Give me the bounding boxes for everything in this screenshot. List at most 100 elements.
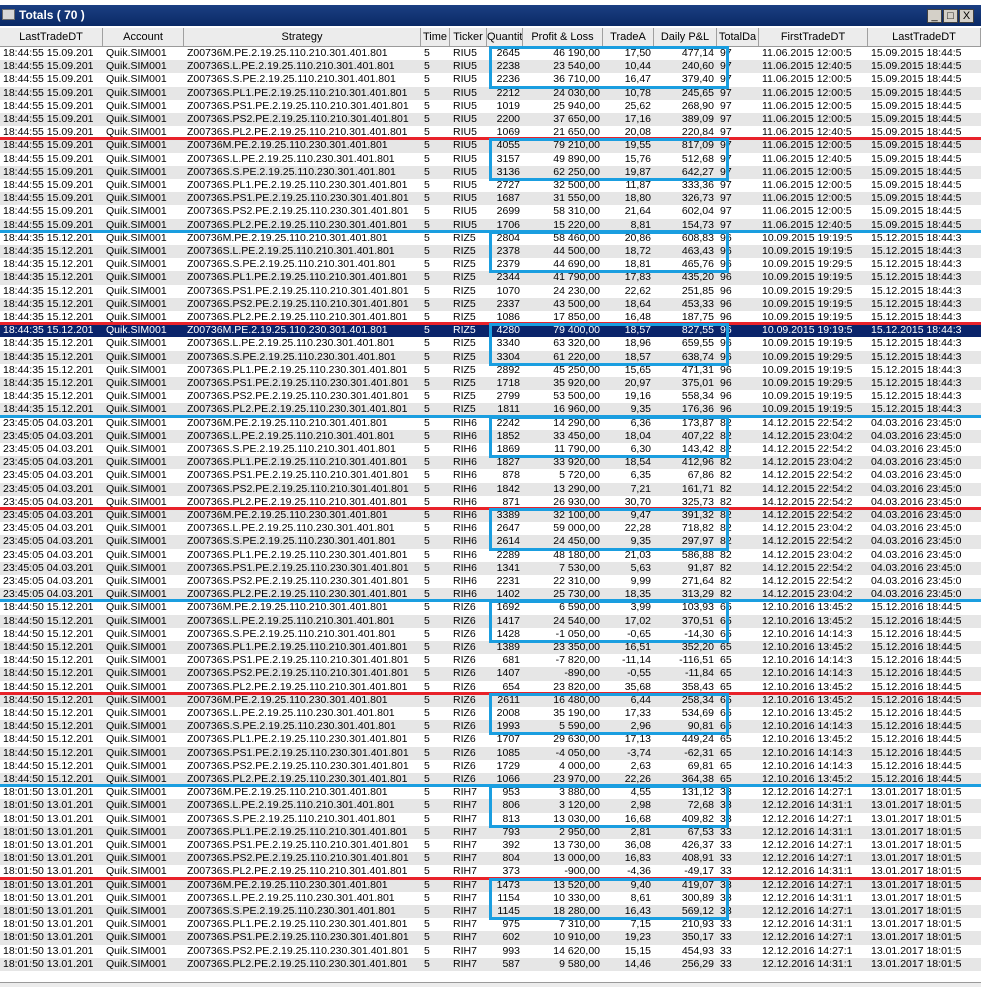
table-row[interactable]: 23:45:05 04.03.201 Quik.SIM001 Z00736S.PS1… [0,469,981,482]
table-cell: 18,80 [624,192,651,205]
table-row[interactable]: 23:45:05 04.03.201 Quik.SIM001 Z00736S.PL1… [0,549,981,562]
table-row[interactable]: 18:44:55 15.09.201 Quik.SIM001 Z00736S.PS2… [0,205,981,218]
table-cell: 12.10.2016 14:14:3 [762,667,853,680]
table-row[interactable]: 18:44:55 15.09.201 Quik.SIM001 Z00736S.L.P… [0,60,981,74]
table-row[interactable]: 18:44:35 15.12.201 Quik.SIM001 Z00736S.PS1… [0,285,981,298]
table-row[interactable]: 18:44:55 15.09.201 Quik.SIM001 Z00736S.PS2… [0,113,981,127]
table-row[interactable]: 23:45:05 04.03.201 Quik.SIM001 Z00736S.L.P… [0,429,981,443]
table-row[interactable]: 18:01:50 13.01.201 Quik.SIM001 Z00736S.PS2… [0,945,981,958]
table-row[interactable]: 18:44:35 15.12.201 Quik.SIM001 Z00736S.PL1… [0,364,981,377]
table-row[interactable]: 18:01:50 13.01.201 Quik.SIM001 Z00736M.PE.… [0,786,981,799]
table-row[interactable]: 18:44:35 15.12.201 Quik.SIM001 Z00736S.PL2… [0,311,981,324]
column-header[interactable]: Profit & Loss [523,28,603,46]
table-row[interactable]: 23:45:05 04.03.201 Quik.SIM001 Z00736S.PS2… [0,482,981,496]
table-row[interactable]: 18:44:55 15.09.201 Quik.SIM001 Z00736S.PL1… [0,86,981,100]
column-header[interactable]: FirstTradeDT [759,28,868,46]
table-row[interactable]: 18:44:50 15.12.201 Quik.SIM001 Z00736S.PS2… [0,667,981,681]
table-row[interactable]: 18:01:50 13.01.201 Quik.SIM001 Z00736S.S.P… [0,905,981,919]
table-row[interactable]: 18:01:50 13.01.201 Quik.SIM001 Z00736S.PS2… [0,852,981,866]
table-row[interactable]: 18:44:35 15.12.201 Quik.SIM001 Z00736M.PE.… [0,324,981,338]
table-row[interactable]: 18:44:35 15.12.201 Quik.SIM001 Z00736S.PS2… [0,297,981,311]
table-row[interactable]: 18:44:55 15.09.201 Quik.SIM001 Z00736M.PE.… [0,139,981,153]
table-row[interactable]: 18:44:50 15.12.201 Quik.SIM001 Z00736S.L.P… [0,707,981,720]
close-button[interactable]: X [959,9,974,23]
table-row[interactable]: 18:01:50 13.01.201 Quik.SIM001 Z00736S.PL2… [0,957,981,971]
table-row[interactable]: 23:45:05 04.03.201 Quik.SIM001 Z00736S.PS1… [0,561,981,575]
table-row[interactable]: 18:01:50 13.01.201 Quik.SIM001 Z00736M.PE.… [0,878,981,892]
table-row[interactable]: 23:45:05 04.03.201 Quik.SIM001 Z00736S.PS2… [0,575,981,588]
table-row[interactable]: 18:44:50 15.12.201 Quik.SIM001 Z00736S.S.P… [0,628,981,641]
table-row[interactable]: 18:01:50 13.01.201 Quik.SIM001 Z00736S.PS1… [0,839,981,852]
table-row[interactable]: 18:44:50 15.12.201 Quik.SIM001 Z00736S.PL2… [0,773,981,787]
title-bar[interactable]: Totals ( 70 ) _ □ X [0,5,981,26]
table-cell: 15.12.2016 18:44:5 [871,667,962,680]
table-row[interactable]: 18:44:50 15.12.201 Quik.SIM001 Z00736S.PS1… [0,746,981,760]
table-row[interactable]: 23:45:05 04.03.201 Quik.SIM001 Z00736S.PL2… [0,588,981,602]
table-row[interactable]: 18:44:35 15.12.201 Quik.SIM001 Z00736S.S.P… [0,350,981,364]
table-cell: 15.12.2016 18:44:5 [871,707,962,719]
table-row[interactable]: 18:44:55 15.09.201 Quik.SIM001 Z00736S.PS1… [0,192,981,206]
table-row[interactable]: 18:44:50 15.12.201 Quik.SIM001 Z00736S.S.P… [0,720,981,734]
table-row[interactable]: 18:44:50 15.12.201 Quik.SIM001 Z00736S.PS1… [0,654,981,667]
column-header[interactable]: LastTradeDT [868,28,981,46]
column-header[interactable]: Time [421,28,450,46]
table-row[interactable]: 18:44:50 15.12.201 Quik.SIM001 Z00736S.PS2… [0,760,981,773]
table-row[interactable]: 18:44:50 15.12.201 Quik.SIM001 Z00736S.PL1… [0,641,981,655]
maximize-button[interactable]: □ [943,9,958,23]
column-header[interactable]: Strategy [184,28,421,46]
table-cell: 2611 [497,693,520,706]
table-row[interactable]: 18:44:50 15.12.201 Quik.SIM001 Z00736M.PE.… [0,601,981,614]
table-row[interactable]: 23:45:05 04.03.201 Quik.SIM001 Z00736S.L.P… [0,522,981,535]
column-header[interactable]: Quantit [487,28,523,46]
table-row[interactable]: 18:44:55 15.09.201 Quik.SIM001 Z00736S.S.P… [0,73,981,86]
table-row[interactable]: 18:44:55 15.09.201 Quik.SIM001 Z00736S.S.P… [0,165,981,179]
table-row[interactable]: 18:44:55 15.09.201 Quik.SIM001 Z00736S.L.P… [0,153,981,166]
table-cell: Z00736S.PS2.PE.2.19.25.110.210.301.401.8… [187,482,409,495]
table-row[interactable]: 23:45:05 04.03.201 Quik.SIM001 Z00736S.S.P… [0,535,981,549]
table-row[interactable]: 18:44:35 15.12.201 Quik.SIM001 Z00736S.PS1… [0,377,981,391]
table-row[interactable]: 18:44:50 15.12.201 Quik.SIM001 Z00736S.PL2… [0,681,981,694]
table-row[interactable]: 18:01:50 13.01.201 Quik.SIM001 Z00736S.PL1… [0,918,981,931]
table-cell: Z00736S.PS2.PE.2.19.25.110.230.301.401.8… [187,205,409,218]
column-header[interactable]: TotalDa [717,28,759,46]
column-header[interactable]: Account [103,28,184,46]
table-row[interactable]: 18:01:50 13.01.201 Quik.SIM001 Z00736S.PS1… [0,931,981,945]
table-row[interactable]: 18:01:50 13.01.201 Quik.SIM001 Z00736S.L.P… [0,892,981,905]
table-row[interactable]: 18:44:50 15.12.201 Quik.SIM001 Z00736S.PL1… [0,733,981,746]
table-row[interactable]: 18:44:35 15.12.201 Quik.SIM001 Z00736S.PL1… [0,271,981,285]
table-cell: 10.09.2015 19:29:5 [762,377,853,389]
column-header[interactable]: LastTradeDT [0,28,103,46]
table-cell: 12.12.2016 14:27:1 [762,812,853,825]
table-row[interactable]: 18:44:55 15.09.201 Quik.SIM001 Z00736S.PL2… [0,126,981,139]
column-header[interactable]: Daily P&L [654,28,717,46]
table-row[interactable]: 18:44:50 15.12.201 Quik.SIM001 Z00736M.PE.… [0,693,981,707]
column-header[interactable]: Ticker [450,28,487,46]
table-row[interactable]: 18:44:35 15.12.201 Quik.SIM001 Z00736S.PL2… [0,403,981,417]
table-cell: Z00736S.PL1.PE.2.19.25.110.230.301.401.8… [187,918,408,931]
table-row[interactable]: 18:44:55 15.09.201 Quik.SIM001 Z00736S.PL1… [0,179,981,192]
table-row[interactable]: 23:45:05 04.03.201 Quik.SIM001 Z00736S.PL2… [0,496,981,509]
table-cell: 5 [424,733,430,746]
table-row[interactable]: 18:44:35 15.12.201 Quik.SIM001 Z00736S.L.P… [0,245,981,259]
table-row[interactable]: 18:01:50 13.01.201 Quik.SIM001 Z00736S.S.P… [0,813,981,826]
table-cell: 2647 [496,522,520,535]
table-row[interactable]: 23:45:05 04.03.201 Quik.SIM001 Z00736S.S.P… [0,443,981,456]
table-cell: 12.12.2016 14:27:1 [762,944,853,957]
table-row[interactable]: 18:44:35 15.12.201 Quik.SIM001 Z00736S.L.P… [0,337,981,350]
table-cell: 5 [424,363,430,376]
table-row[interactable]: 18:44:55 15.09.201 Quik.SIM001 Z00736M.PE.… [0,47,981,60]
table-row[interactable]: 18:44:35 15.12.201 Quik.SIM001 Z00736S.PS2… [0,390,981,403]
table-row[interactable]: 18:44:55 15.09.201 Quik.SIM001 Z00736S.PS1… [0,100,981,113]
table-row[interactable]: 23:45:05 04.03.201 Quik.SIM001 Z00736M.PE.… [0,417,981,430]
table-row[interactable]: 18:44:50 15.12.201 Quik.SIM001 Z00736S.L.P… [0,614,981,628]
table-row[interactable]: 18:01:50 13.01.201 Quik.SIM001 Z00736S.PL2… [0,865,981,878]
table-row[interactable]: 23:45:05 04.03.201 Quik.SIM001 Z00736M.PE.… [0,509,981,523]
table-row[interactable]: 18:44:55 15.09.201 Quik.SIM001 Z00736S.PL2… [0,218,981,232]
table-row[interactable]: 18:44:35 15.12.201 Quik.SIM001 Z00736S.S.P… [0,258,981,271]
table-row[interactable]: 18:01:50 13.01.201 Quik.SIM001 Z00736S.L.P… [0,799,981,813]
table-row[interactable]: 18:01:50 13.01.201 Quik.SIM001 Z00736S.PL1… [0,825,981,839]
minimize-button[interactable]: _ [927,9,942,23]
table-row[interactable]: 23:45:05 04.03.201 Quik.SIM001 Z00736S.PL1… [0,456,981,470]
column-header[interactable]: TradeA [603,28,654,46]
table-row[interactable]: 18:44:35 15.12.201 Quik.SIM001 Z00736M.PE.… [0,232,981,245]
